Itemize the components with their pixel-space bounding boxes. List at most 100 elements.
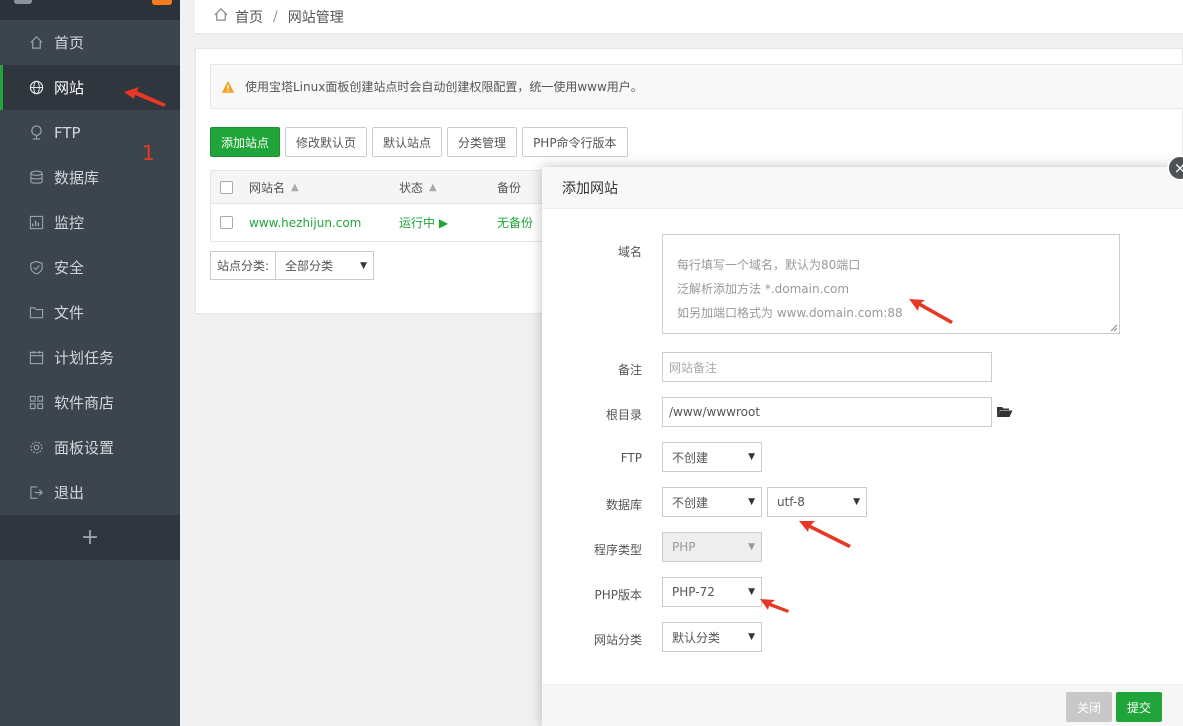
program-type-label: 程序类型: [593, 543, 642, 557]
chevron-down-icon: ▼: [748, 497, 755, 507]
header-name[interactable]: 网站名 ▲: [249, 179, 299, 196]
edit-default-page-button[interactable]: 修改默认页: [285, 127, 368, 157]
category-filter: 站点分类: 全部分类 ▼: [210, 251, 375, 280]
modal-header: 添加网站: [542, 167, 1183, 209]
ftp-select[interactable]: 不创建 ▼: [662, 442, 762, 472]
grid-icon: [28, 395, 44, 411]
sidebar-item-store[interactable]: 软件商店: [0, 380, 180, 425]
add-menu-button[interactable]: +: [0, 515, 180, 560]
sidebar-item-label: 面板设置: [54, 439, 115, 457]
domain-placeholder-line: 泛解析添加方法 *.domain.com: [677, 282, 850, 296]
sidebar-item-home[interactable]: 首页: [0, 20, 180, 65]
chevron-down-icon: ▼: [748, 542, 755, 552]
submit-button[interactable]: 提交: [1116, 692, 1162, 722]
header-name-label: 网站名: [249, 180, 286, 195]
close-button[interactable]: 关闭: [1066, 692, 1112, 722]
ftp-icon: [28, 125, 44, 141]
gear-icon: [28, 440, 44, 456]
sidebar-item-security[interactable]: 安全: [0, 245, 180, 290]
site-category-select[interactable]: 默认分类 ▼: [662, 622, 762, 652]
ftp-label: FTP: [620, 451, 642, 465]
category-filter-select[interactable]: 全部分类 ▼: [275, 251, 375, 280]
globe-icon: [28, 80, 44, 96]
warning-icon: [221, 80, 235, 93]
monitor-icon: [28, 215, 44, 231]
sidebar-item-label: 文件: [54, 304, 85, 322]
sidebar-item-label: 安全: [54, 259, 85, 277]
sidebar-item-website[interactable]: 网站: [0, 65, 180, 110]
header-status[interactable]: 状态 ▲: [399, 179, 437, 196]
database-select[interactable]: 不创建 ▼: [662, 487, 762, 517]
sidebar-item-label: 软件商店: [54, 394, 115, 412]
sidebar-item-label: 计划任务: [54, 349, 115, 367]
chevron-down-icon: ▼: [748, 452, 755, 462]
charset-select-value: utf-8: [777, 495, 805, 509]
chevron-down-icon: ▼: [853, 497, 860, 507]
default-site-button[interactable]: 默认站点: [372, 127, 443, 157]
program-type-value: PHP: [672, 540, 696, 554]
sidebar-item-label: 网站: [54, 79, 85, 97]
row-checkbox[interactable]: [220, 216, 233, 229]
database-select-value: 不创建: [672, 495, 709, 510]
calendar-icon: [28, 350, 44, 366]
add-site-button[interactable]: 添加站点: [210, 127, 281, 157]
category-manage-button[interactable]: 分类管理: [447, 127, 518, 157]
database-label: 数据库: [605, 498, 642, 512]
domain-placeholder-line: 如另加端口格式为 www.domain.com:88: [677, 306, 903, 320]
sidebar-item-files[interactable]: 文件: [0, 290, 180, 335]
site-category-value: 默认分类: [672, 630, 721, 645]
chevron-down-icon: ▼: [748, 587, 755, 597]
home-icon[interactable]: [213, 7, 229, 26]
sidebar-item-label: 数据库: [54, 169, 100, 187]
header-status-label: 状态: [399, 180, 424, 195]
ftp-select-value: 不创建: [672, 450, 709, 465]
permission-alert: 使用宝塔Linux面板创建站点时会自动创建权限配置，统一使用www用户。: [210, 64, 1183, 109]
sidebar-footer: [0, 560, 180, 726]
modal-title: 添加网站: [562, 180, 618, 197]
breadcrumb-current: 网站管理: [287, 9, 344, 26]
sidebar-item-cron[interactable]: 计划任务: [0, 335, 180, 380]
note-input[interactable]: 网站备注: [662, 352, 992, 382]
breadcrumb-separator: /: [273, 8, 278, 25]
sidebar-item-logout[interactable]: 退出: [0, 470, 180, 515]
site-backup[interactable]: 无备份: [497, 214, 533, 231]
resize-handle-icon[interactable]: [1110, 324, 1118, 332]
root-input[interactable]: /www/wwwroot: [662, 397, 992, 427]
sidebar-item-settings[interactable]: 面板设置: [0, 425, 180, 470]
domain-label: 域名: [617, 245, 642, 259]
root-label: 根目录: [605, 408, 642, 422]
sidebar-menu: 首页 网站 FTP 数据库 监控 安全 文件 计划任务 软件商店 面板设置 退出: [0, 20, 180, 515]
shield-icon: [28, 260, 44, 276]
add-site-modal: 添加网站 × 域名 每行填写一个域名，默认为80端口 泛解析添加方法 *.dom…: [542, 155, 1183, 726]
sidebar-item-monitor[interactable]: 监控: [0, 200, 180, 245]
database-icon: [28, 170, 44, 186]
sidebar-header: [0, 0, 180, 20]
php-version-label: PHP版本: [594, 588, 643, 602]
sidebar: 首页 网站 FTP 数据库 监控 安全 文件 计划任务 软件商店 面板设置 退出…: [0, 0, 180, 726]
folder-icon: [28, 305, 44, 321]
header-backup: 备份: [497, 180, 522, 195]
notification-badge[interactable]: [152, 0, 172, 5]
breadcrumb-home[interactable]: 首页: [235, 7, 263, 27]
category-filter-value: 全部分类: [285, 259, 334, 273]
modal-footer: 关闭 提交: [542, 684, 1183, 726]
logout-icon: [28, 485, 44, 501]
chevron-down-icon: ▼: [748, 632, 755, 642]
note-label: 备注: [617, 363, 642, 377]
sidebar-item-label: 首页: [54, 34, 85, 52]
sidebar-item-label: FTP: [54, 123, 81, 142]
select-all-checkbox[interactable]: [220, 180, 233, 194]
sort-icon[interactable]: ▲: [291, 182, 299, 193]
php-version-value: PHP-72: [672, 585, 715, 599]
php-cli-version-button[interactable]: PHP命令行版本: [522, 127, 628, 157]
chevron-down-icon: ▼: [360, 260, 368, 271]
site-status[interactable]: 运行中 ▶: [399, 214, 448, 231]
site-name-link[interactable]: www.hezhijun.com: [249, 216, 361, 230]
sort-icon[interactable]: ▲: [429, 182, 437, 193]
category-filter-label: 站点分类:: [210, 251, 276, 280]
php-version-select[interactable]: PHP-72 ▼: [662, 577, 762, 607]
domain-textarea[interactable]: 每行填写一个域名，默认为80端口 泛解析添加方法 *.domain.com 如另…: [662, 234, 1120, 334]
alert-text: 使用宝塔Linux面板创建站点时会自动创建权限配置，统一使用www用户。: [245, 80, 643, 94]
charset-select[interactable]: utf-8 ▼: [767, 487, 867, 517]
folder-open-icon[interactable]: [996, 405, 1013, 418]
